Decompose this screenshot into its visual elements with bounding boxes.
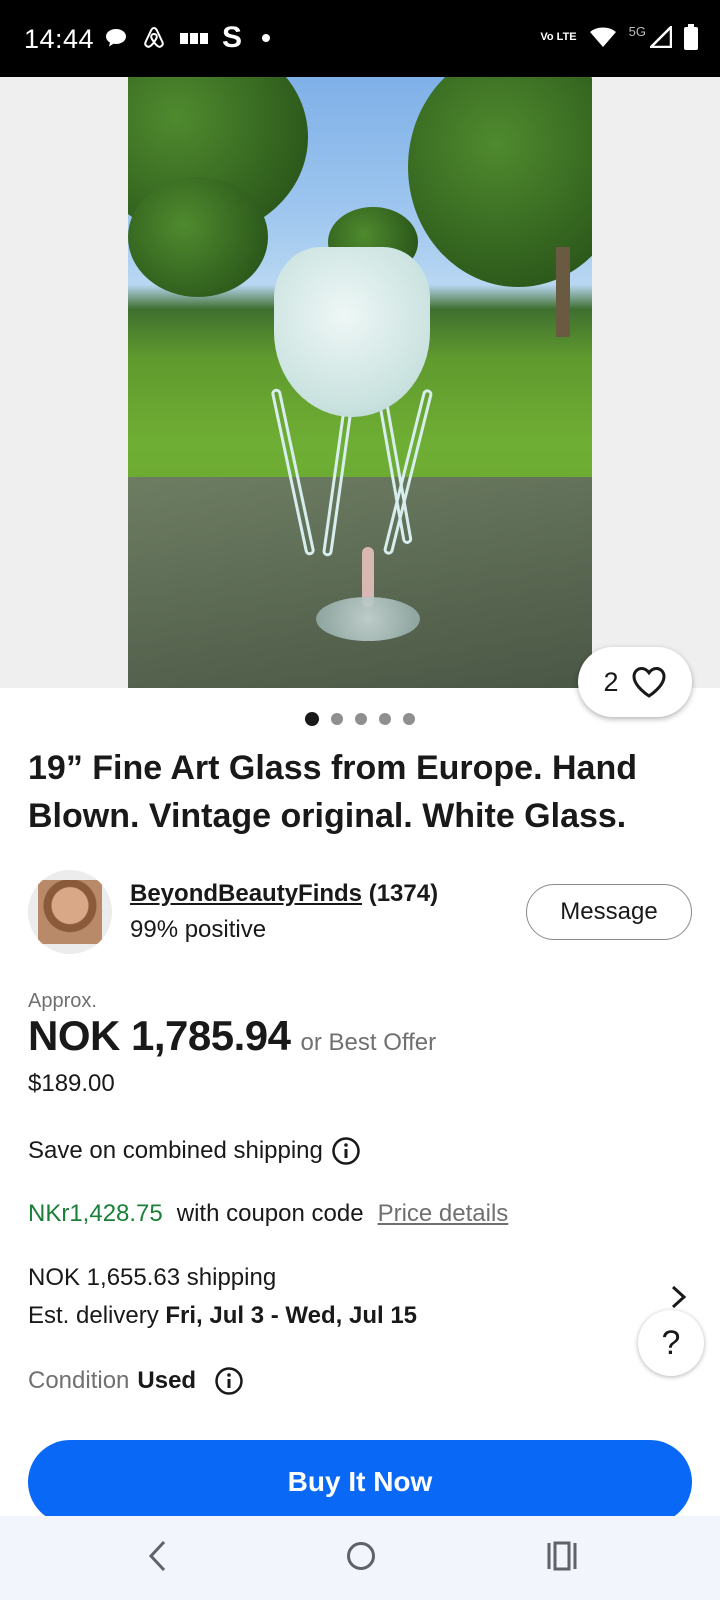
buy-it-now-button[interactable]: Buy It Now — [28, 1440, 692, 1524]
like-count: 2 — [603, 666, 619, 697]
battery-icon — [684, 24, 698, 50]
seller-section: BeyondBeautyFinds (1374) 99% positive Me… — [28, 870, 692, 956]
original-price: $189.00 — [28, 1070, 115, 1097]
system-nav-bar — [0, 1516, 720, 1600]
seller-feedback: 99% positive — [130, 916, 267, 943]
message-button[interactable]: Message — [526, 884, 692, 940]
combined-shipping: Save on combined shipping — [28, 1136, 361, 1166]
recent-apps-icon[interactable] — [546, 1538, 578, 1574]
status-icons-right: Vo LTE 5G — [540, 24, 698, 50]
heart-icon — [632, 666, 666, 698]
delivery-label: Est. delivery — [28, 1302, 159, 1329]
network-type-label: 5G — [628, 23, 646, 39]
airbnb-icon — [144, 26, 164, 48]
home-icon[interactable] — [345, 1538, 377, 1574]
wifi-icon — [589, 27, 616, 47]
pagination-dot[interactable] — [355, 713, 367, 725]
image-gallery[interactable] — [0, 77, 720, 688]
pagination-dot[interactable] — [331, 713, 343, 725]
estimated-delivery[interactable]: Est. delivery Fri, Jul 3 - Wed, Jul 15 — [28, 1302, 417, 1330]
watch-like-button[interactable]: 2 — [578, 647, 692, 717]
shipping-cost[interactable]: NOK 1,655.63 shipping — [28, 1264, 276, 1292]
coupon-price: NKr1,428.75 — [28, 1200, 163, 1227]
volte-icon: Vo LTE — [540, 30, 577, 43]
help-button[interactable]: ? — [638, 1310, 704, 1376]
coupon-row: NKr1,428.75 with coupon code Price detai… — [28, 1200, 508, 1228]
status-time: 14:44 — [24, 24, 95, 54]
chat-bubble-icon — [106, 29, 126, 47]
s-app-icon: S — [222, 21, 243, 54]
best-offer-label: or Best Offer — [300, 1029, 437, 1056]
price-details-link[interactable]: Price details — [378, 1200, 509, 1228]
pagination-dot[interactable] — [403, 713, 415, 725]
seller-name-line: BeyondBeautyFinds (1374) — [130, 880, 438, 908]
seller-avatar[interactable] — [28, 870, 112, 954]
price-amount: NOK 1,785.94 — [28, 1012, 291, 1059]
condition-label: Condition — [28, 1367, 130, 1394]
pagination-dot[interactable] — [305, 712, 319, 726]
listing-title: 19” Fine Art Glass from Europe. Hand Blo… — [28, 749, 637, 835]
price-row: NOK 1,785.94 or Best Offer — [28, 1012, 436, 1060]
info-icon[interactable] — [331, 1136, 361, 1166]
combined-shipping-label: Save on combined shipping — [28, 1137, 323, 1164]
condition-row: Condition Used — [28, 1366, 244, 1396]
approx-label: Approx. — [28, 990, 97, 1012]
delivery-dates: Fri, Jul 3 - Wed, Jul 15 — [165, 1302, 418, 1329]
seller-score: (1374) — [368, 880, 439, 907]
info-icon[interactable] — [214, 1366, 244, 1396]
notification-dot-icon — [262, 34, 271, 42]
app-icon — [180, 33, 208, 44]
product-photo[interactable] — [128, 77, 592, 688]
back-icon[interactable] — [146, 1538, 170, 1574]
coupon-text: with coupon code — [176, 1200, 364, 1227]
status-icons-left: S — [104, 21, 271, 54]
signal-icon — [650, 26, 672, 48]
pagination-dot[interactable] — [379, 713, 391, 725]
chevron-right-icon[interactable] — [668, 1284, 690, 1310]
seller-name-link[interactable]: BeyondBeautyFinds — [130, 880, 362, 907]
status-bar: 14:44 S Vo LTE 5G — [0, 0, 720, 77]
condition-value: Used — [137, 1367, 197, 1394]
